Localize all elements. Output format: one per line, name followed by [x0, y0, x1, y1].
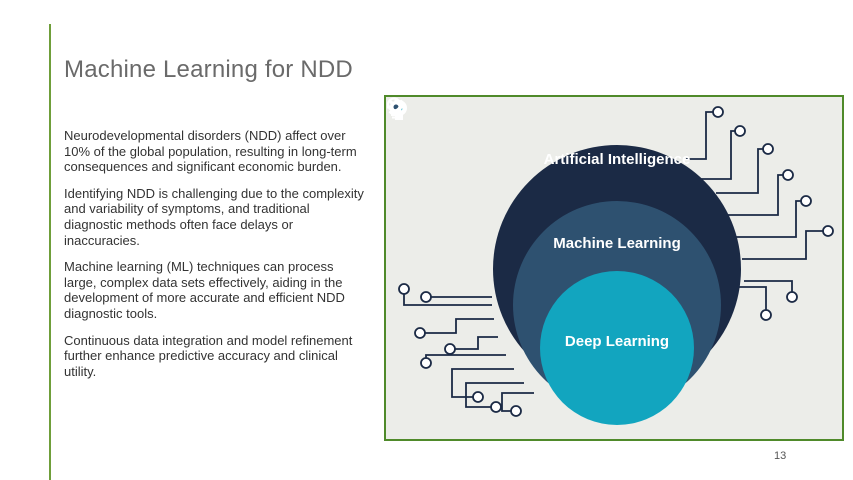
- label-deep-learning: Deep Learning: [564, 333, 670, 350]
- body-text: Neurodevelopmental disorders (NDD) affec…: [64, 128, 366, 390]
- circuit-diagram: [398, 106, 834, 425]
- paragraph-ml-techniques: Machine learning (ML) techniques can pro…: [64, 259, 345, 321]
- ai-ml-dl-diagram: Artificial Intelligence Machine Learning…: [384, 95, 844, 441]
- label-machine-learning: Machine Learning: [553, 235, 681, 252]
- accent-line: [49, 24, 51, 480]
- paragraph-refinement: Continuous data integration and model re…: [64, 332, 353, 379]
- paragraph-challenges: Identifying NDD is challenging due to th…: [64, 185, 364, 248]
- label-artificial-intelligence: Artificial Intelligence: [543, 151, 691, 168]
- paragraph-prevalence: Neurodevelopmental disorders (NDD) affec…: [64, 128, 357, 175]
- page-number: 13: [774, 450, 787, 462]
- slide-title: Machine Learning for NDD: [64, 56, 353, 83]
- lightbulb-icon: [387, 97, 401, 119]
